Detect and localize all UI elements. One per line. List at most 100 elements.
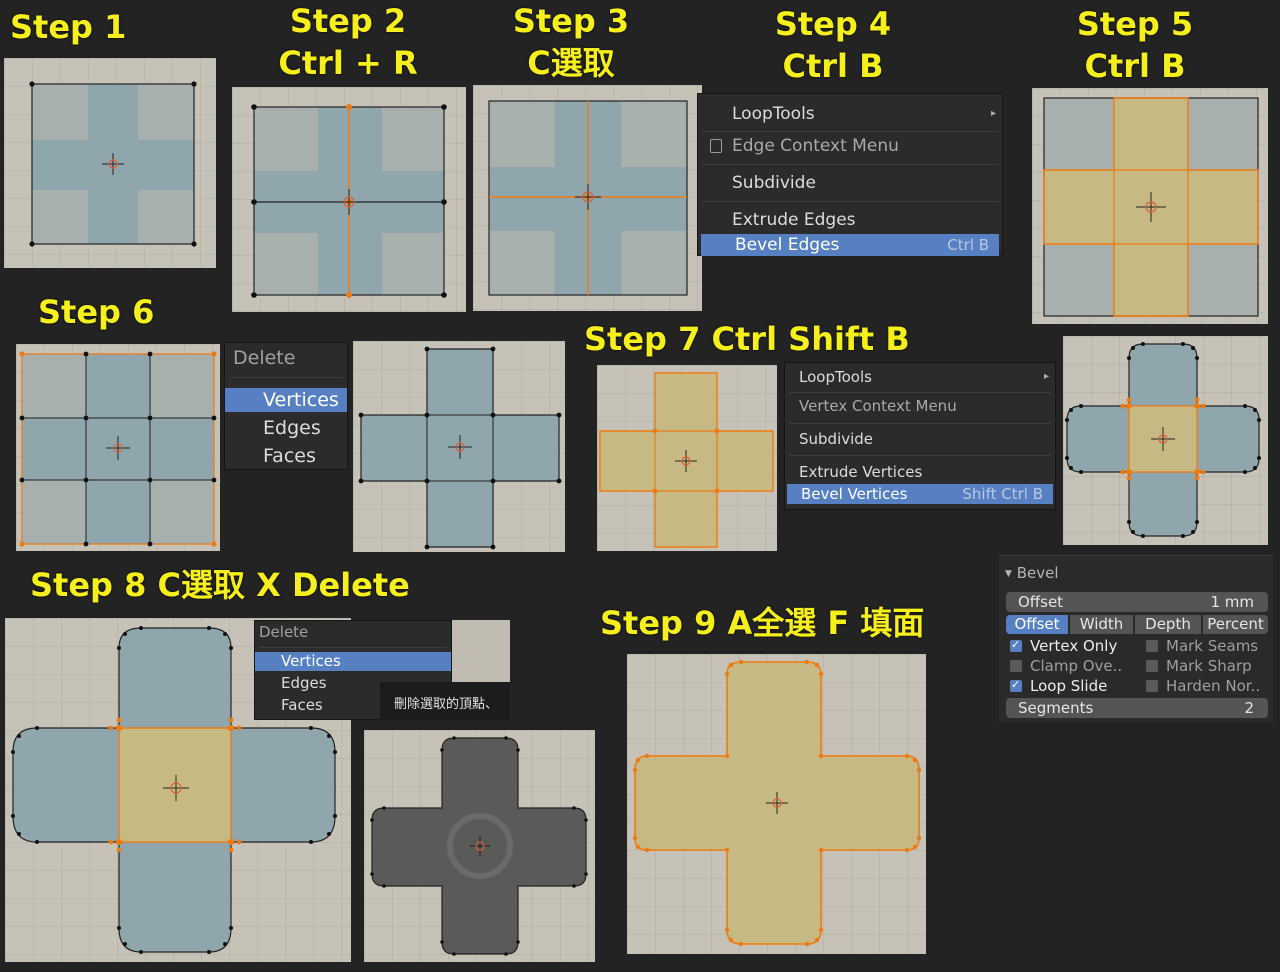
step-1-title: Step 1 bbox=[10, 8, 127, 46]
step-2-shortcut: Ctrl + R bbox=[278, 44, 418, 82]
checkbox-unchecked-icon bbox=[1146, 660, 1158, 672]
menu-item-subdivide[interactable]: Subdivide bbox=[698, 172, 1002, 194]
step-6-viewport-before[interactable] bbox=[16, 344, 220, 551]
step-8-title: Step 8 C選取 X Delete bbox=[30, 566, 410, 604]
menu-item-extrude-edges[interactable]: Extrude Edges bbox=[698, 209, 1002, 231]
checkbox-label: Loop Slide bbox=[1030, 677, 1108, 695]
menu-item-vertices[interactable]: Vertices bbox=[225, 388, 347, 412]
menu-item-edge-context-menu: Edge Context Menu bbox=[698, 135, 1002, 157]
menu-item-label: Faces bbox=[263, 445, 316, 467]
menu-item-label: Vertices bbox=[263, 389, 339, 411]
step-6-grid-mesh bbox=[19, 351, 217, 547]
menu-header-label: Vertex Context Menu bbox=[799, 397, 957, 415]
edge-context-menu: LoopTools ▸ Edge Context Menu Subdivide … bbox=[697, 93, 1003, 256]
menu-item-label: Subdivide bbox=[732, 173, 816, 193]
menu-item-label: Vertices bbox=[281, 652, 341, 670]
delete-vertices-tooltip: 刪除選取的頂點、 bbox=[380, 682, 510, 720]
step-7-cross-selected bbox=[599, 372, 774, 548]
vertex-context-menu: LoopTools ▸ Vertex Context Menu Subdivid… bbox=[784, 362, 1056, 510]
menu-item-label: Extrude Vertices bbox=[799, 463, 923, 481]
step-7-title: Step 7 Ctrl Shift B bbox=[584, 320, 910, 358]
bevel-panel-title: Bevel bbox=[1016, 564, 1059, 582]
menu-item-looptools[interactable]: LoopTools ▸ bbox=[698, 103, 1002, 125]
menu-item-edges[interactable]: Edges bbox=[225, 416, 347, 440]
step-3-plane bbox=[488, 100, 688, 296]
step-7-viewport-selected[interactable] bbox=[597, 365, 777, 551]
step-4-shortcut: Ctrl B bbox=[782, 47, 884, 85]
step-8-viewport-deleted[interactable] bbox=[364, 730, 595, 962]
offset-field[interactable]: Offset 1 mm bbox=[1006, 592, 1268, 612]
menu-item-vertex-context-menu: Vertex Context Menu bbox=[785, 396, 1055, 416]
checkbox-label: Mark Sharp bbox=[1166, 657, 1252, 675]
menu-item-subdivide[interactable]: Subdivide bbox=[785, 429, 1055, 449]
menu-separator bbox=[229, 377, 343, 378]
menu-item-label: LoopTools bbox=[732, 104, 815, 124]
menu-separator bbox=[702, 164, 998, 165]
offset-field-label: Offset bbox=[1018, 593, 1064, 611]
menu-item-label: Extrude Edges bbox=[732, 210, 856, 230]
offset-type-depth[interactable]: Depth bbox=[1135, 615, 1201, 634]
menu-separator bbox=[702, 131, 998, 132]
menu-item-label: Subdivide bbox=[799, 430, 874, 448]
offset-type-percent[interactable]: Percent bbox=[1203, 615, 1268, 634]
checkbox-label: Vertex Only bbox=[1030, 637, 1118, 655]
menu-item-label: Bevel Edges bbox=[735, 235, 840, 255]
menu-separator bbox=[702, 201, 998, 202]
step-2-title: Step 2 bbox=[289, 2, 407, 40]
menu-separator bbox=[789, 423, 1051, 424]
offset-type-width[interactable]: Width bbox=[1070, 615, 1133, 634]
menu-header-label: Edge Context Menu bbox=[732, 136, 899, 156]
checkbox-checked-icon bbox=[1010, 675, 1022, 695]
segments-field-value: 2 bbox=[1244, 699, 1254, 717]
submenu-arrow-icon: ▸ bbox=[990, 108, 996, 119]
menu-separator bbox=[259, 647, 447, 648]
step-5-title: Step 5 bbox=[1076, 5, 1194, 43]
bevel-operator-panel: ▼ Bevel Offset 1 mm Offset Width Depth P… bbox=[999, 555, 1273, 722]
shortcut-label: Ctrl B bbox=[947, 236, 989, 254]
collapse-triangle-icon: ▼ bbox=[1005, 569, 1012, 579]
step-1-plane bbox=[29, 81, 197, 247]
step-8-wireframe-mesh bbox=[370, 736, 588, 956]
delete-menu-title: Delete bbox=[259, 623, 309, 641]
segments-field-label: Segments bbox=[1018, 699, 1094, 717]
delete-menu-title: Delete bbox=[233, 347, 296, 369]
step-2-viewport[interactable] bbox=[232, 87, 466, 312]
shortcut-label: Shift Ctrl B bbox=[962, 485, 1043, 503]
step-5-viewport[interactable] bbox=[1032, 88, 1268, 324]
step-9-title: Step 9 A全選 F 填面 bbox=[600, 604, 925, 642]
pin-icon bbox=[710, 139, 722, 153]
menu-item-faces[interactable]: Faces bbox=[225, 444, 347, 468]
menu-item-label: Faces bbox=[281, 696, 323, 714]
menu-item-bevel-edges[interactable]: Bevel Edges Ctrl B bbox=[701, 234, 999, 256]
bevel-panel-header[interactable]: ▼ Bevel bbox=[1005, 564, 1059, 582]
menu-item-label: Edges bbox=[263, 417, 321, 439]
step-3-title: Step 3 bbox=[512, 2, 630, 40]
step-7-beveled-mesh bbox=[1065, 342, 1261, 538]
checkbox-label: Clamp Ove.. bbox=[1030, 657, 1123, 675]
menu-item-extrude-vertices[interactable]: Extrude Vertices bbox=[785, 462, 1055, 482]
checkbox-label: Mark Seams bbox=[1166, 637, 1259, 655]
checkbox-label: Harden Nor.. bbox=[1166, 677, 1261, 695]
menu-item-bevel-vertices[interactable]: Bevel Vertices Shift Ctrl B bbox=[787, 484, 1053, 504]
step-6-cross-mesh bbox=[358, 346, 562, 550]
submenu-arrow-icon: ▸ bbox=[1043, 371, 1049, 382]
step-6-viewport-after[interactable] bbox=[353, 341, 565, 552]
step-4-title: Step 4 bbox=[774, 5, 892, 43]
step-3-viewport[interactable] bbox=[473, 85, 702, 311]
delete-menu-step-6: Delete Vertices Edges Faces bbox=[224, 342, 348, 470]
menu-item-looptools[interactable]: LoopTools ▸ bbox=[785, 367, 1055, 387]
menu-separator bbox=[789, 392, 1051, 393]
step-6-title: Step 6 bbox=[38, 293, 155, 331]
step-7-viewport-beveled[interactable] bbox=[1063, 336, 1268, 545]
checkbox-unchecked-icon bbox=[1146, 640, 1158, 652]
menu-separator bbox=[789, 455, 1051, 456]
step-9-viewport[interactable] bbox=[627, 654, 926, 954]
menu-item-vertices[interactable]: Vertices bbox=[255, 652, 451, 671]
checkbox-unchecked-icon bbox=[1146, 680, 1158, 692]
checkbox-unchecked-icon bbox=[1010, 660, 1022, 672]
offset-type-offset[interactable]: Offset bbox=[1006, 615, 1068, 634]
step-1-viewport[interactable] bbox=[4, 58, 216, 268]
segments-field[interactable]: Segments 2 bbox=[1006, 698, 1268, 718]
checkbox-checked-icon bbox=[1010, 635, 1022, 655]
step-5-shortcut: Ctrl B bbox=[1084, 47, 1186, 85]
